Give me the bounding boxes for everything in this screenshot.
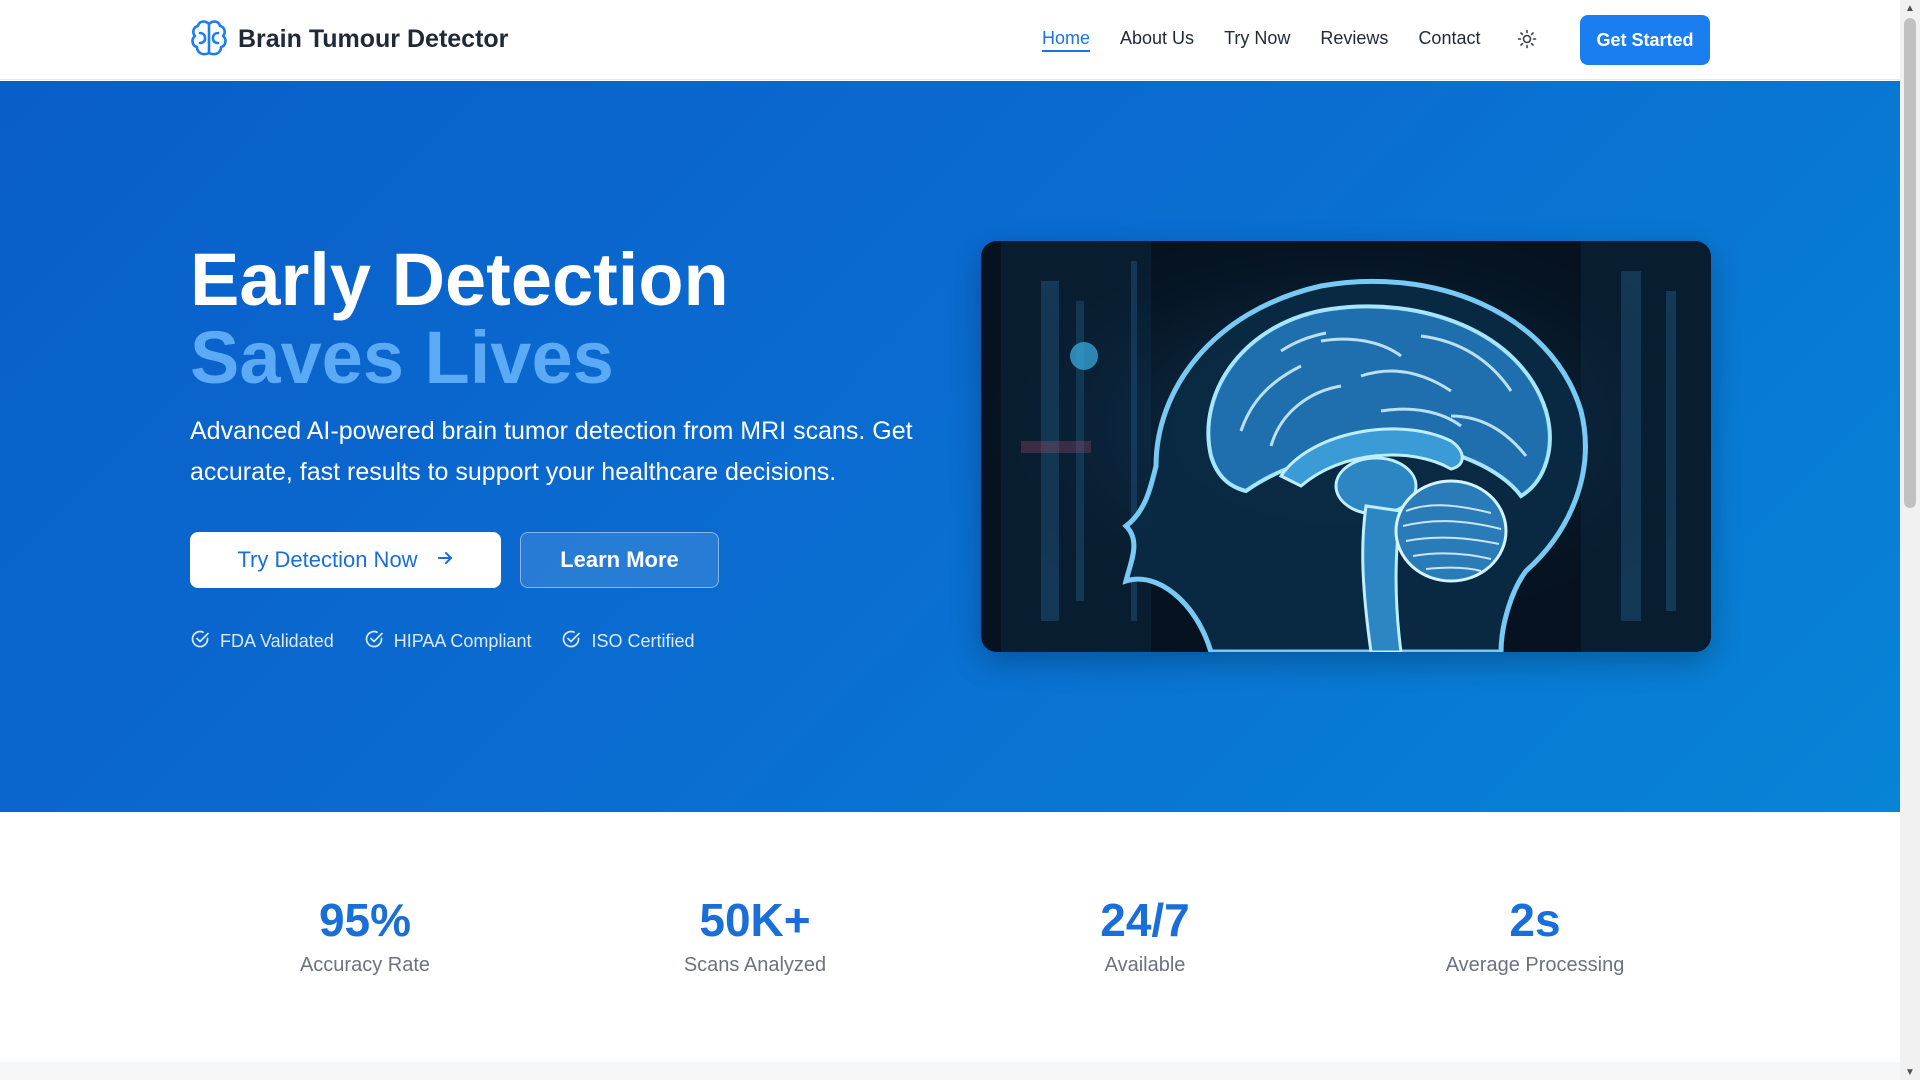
stat-value: 95% <box>318 894 412 946</box>
page: Brain Tumour Detector Home About Us Try … <box>0 0 1900 1080</box>
scroll-down-arrow-icon[interactable]: ▼ <box>1900 1064 1920 1080</box>
stat-label: Available <box>1104 954 1186 976</box>
sun-icon <box>1517 29 1537 54</box>
arrow-right-icon <box>436 547 454 573</box>
stat-label: Scans Analyzed <box>683 954 827 976</box>
nav-link-contact[interactable]: Contact <box>1418 28 1480 49</box>
hero-title-line1: Early Detection <box>190 238 729 321</box>
nav-links: Home About Us Try Now Reviews Contact <box>1042 28 1480 49</box>
scroll-thumb[interactable] <box>1904 18 1916 508</box>
stat-accuracy: 95% Accuracy Rate <box>215 892 515 977</box>
check-circle-icon <box>364 629 384 654</box>
theme-toggle-button[interactable] <box>1514 28 1540 54</box>
page-scrollbar[interactable]: ▲ ▼ <box>1900 0 1920 1080</box>
top-navbar: Brain Tumour Detector Home About Us Try … <box>0 0 1900 80</box>
badge-label: ISO Certified <box>591 631 695 651</box>
try-detection-now-button[interactable]: Try Detection Now <box>190 532 501 588</box>
hero-section: Early Detection Saves Lives Advanced AI-… <box>0 81 1900 812</box>
stat-value: 50K+ <box>699 894 811 946</box>
mri-brain-image <box>981 241 1711 652</box>
stat-scans: 50K+ Scans Analyzed <box>605 892 905 977</box>
trust-badges: FDA Validated HIPAA Compliant ISO Certif… <box>190 629 695 654</box>
stat-availability: 24/7 Available <box>995 892 1295 977</box>
brand[interactable]: Brain Tumour Detector <box>190 18 508 60</box>
check-circle-icon <box>561 629 581 654</box>
brain-icon <box>190 18 228 60</box>
learn-more-button[interactable]: Learn More <box>520 532 719 588</box>
stat-processing: 2s Average Processing <box>1385 892 1685 977</box>
badge-iso: ISO Certified <box>561 629 695 654</box>
stats-section: 95% Accuracy Rate 50K+ Scans Analyzed 24… <box>0 812 1900 1062</box>
stat-value: 2s <box>1509 894 1561 946</box>
stat-value: 24/7 <box>1100 894 1190 946</box>
next-section-edge <box>0 1062 1900 1080</box>
hero-title-line2: Saves Lives <box>190 316 614 399</box>
nav-link-about-us[interactable]: About Us <box>1120 28 1194 49</box>
nav-link-reviews[interactable]: Reviews <box>1320 28 1388 49</box>
brand-name: Brain Tumour Detector <box>238 24 509 53</box>
hero-title: Early Detection Saves Lives <box>190 241 729 397</box>
nav-link-try-now[interactable]: Try Now <box>1224 28 1290 49</box>
badge-fda: FDA Validated <box>190 629 334 654</box>
badge-label: HIPAA Compliant <box>393 631 532 651</box>
check-circle-icon <box>190 629 210 654</box>
get-started-button[interactable]: Get Started <box>1580 15 1710 65</box>
badge-hipaa: HIPAA Compliant <box>364 629 532 654</box>
stat-label: Average Processing <box>1445 954 1625 976</box>
stat-label: Accuracy Rate <box>299 954 431 976</box>
hero-description: Advanced AI-powered brain tumor detectio… <box>190 417 913 486</box>
scroll-up-arrow-icon[interactable]: ▲ <box>1900 0 1920 16</box>
badge-label: FDA Validated <box>220 631 334 651</box>
try-detection-label: Try Detection Now <box>237 547 418 572</box>
nav-link-home[interactable]: Home <box>1042 28 1090 49</box>
